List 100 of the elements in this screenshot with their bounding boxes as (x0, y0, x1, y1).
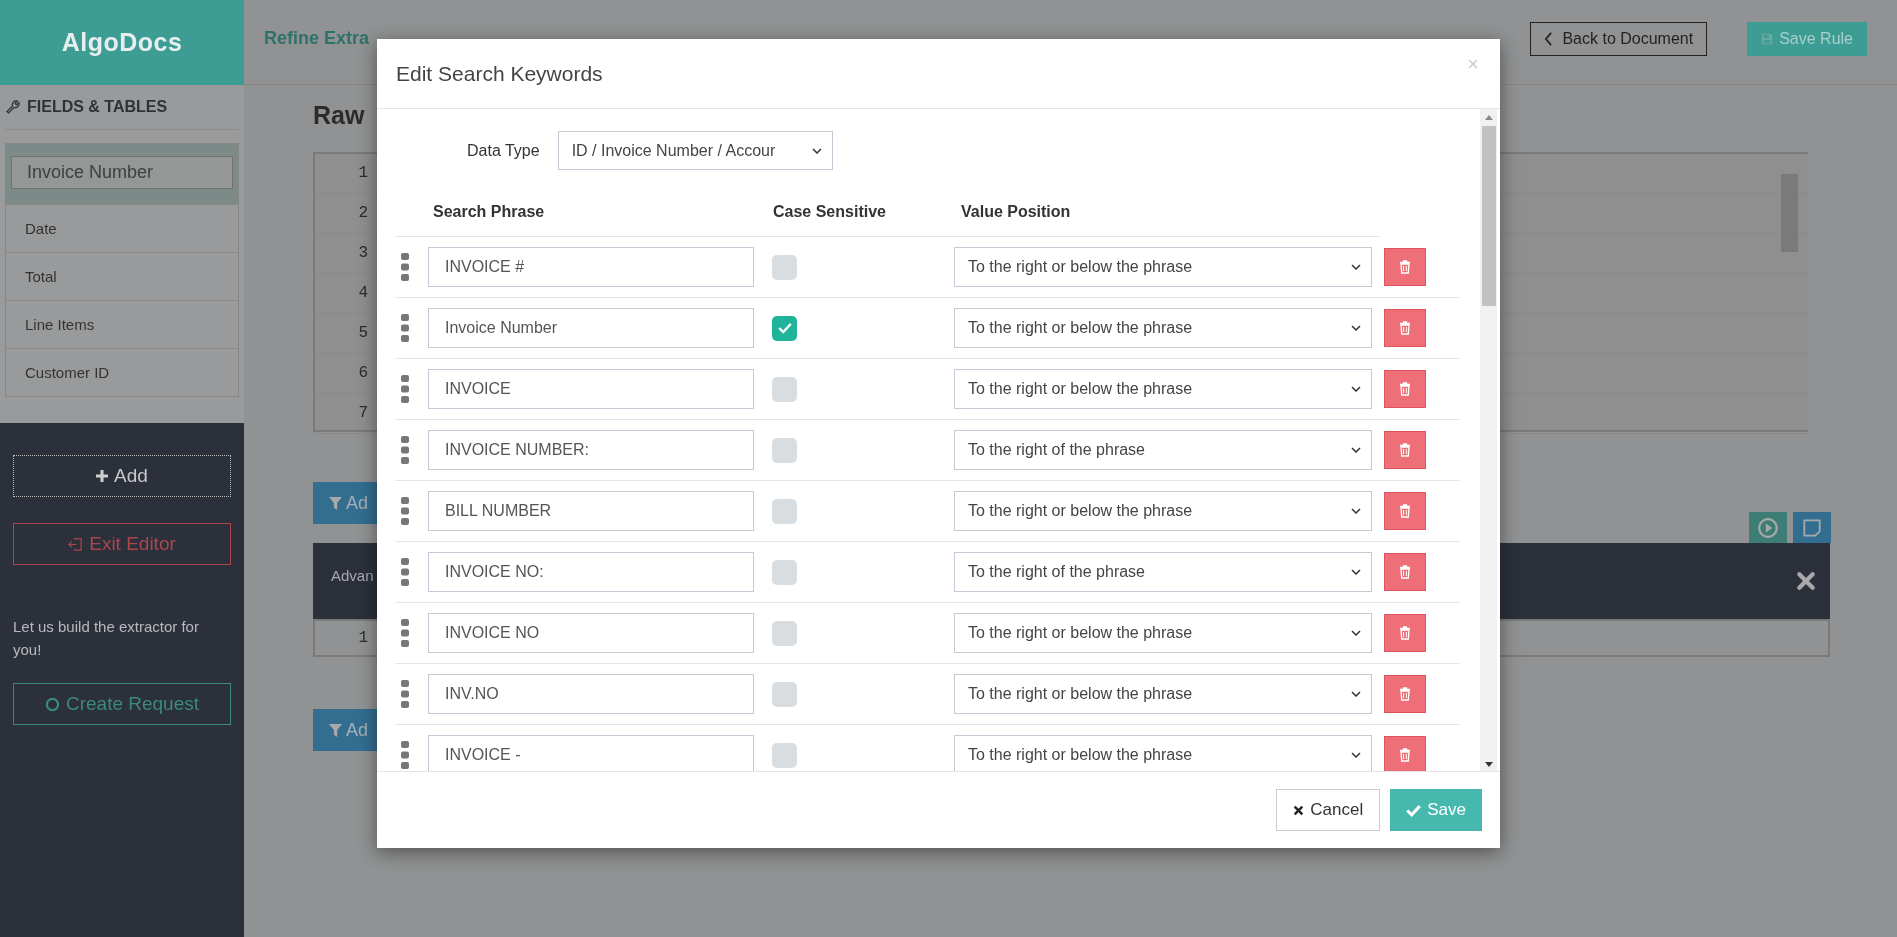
column-header: Value Position (961, 203, 1071, 221)
scroll-up-icon[interactable] (1484, 115, 1493, 120)
section-heading: Raw (313, 101, 365, 131)
caret-icon (1351, 386, 1361, 392)
column-header: Case Sensitive (773, 203, 887, 221)
line-number: 6 (357, 363, 368, 384)
search-phrase-input[interactable]: INVOICE (428, 369, 754, 409)
search-phrase-input[interactable]: INVOICE NO: (428, 552, 754, 592)
case-sensitive-checkbox[interactable] (772, 315, 797, 341)
scrollbar[interactable] (1480, 109, 1497, 771)
plus-icon (96, 470, 109, 482)
drag-handle-icon[interactable] (401, 314, 409, 342)
caret-icon (1351, 508, 1361, 514)
value-position-select[interactable]: To the right of the phrase (954, 552, 1372, 592)
value-position-select[interactable]: To the right of the phrase (954, 430, 1372, 470)
delete-button[interactable] (1384, 248, 1426, 286)
drag-handle-icon[interactable] (401, 680, 409, 708)
floppy-icon (1761, 33, 1774, 45)
promo-text: Let us build the extractor for you! (13, 617, 200, 660)
case-sensitive-checkbox[interactable] (772, 254, 797, 280)
field-list-item[interactable]: Customer ID (6, 348, 238, 396)
caret-icon (1351, 264, 1361, 270)
case-sensitive-checkbox[interactable] (772, 559, 797, 585)
case-sensitive-checkbox[interactable] (772, 376, 797, 402)
field-list-item[interactable]: Total (6, 252, 238, 300)
field-list-item[interactable]: Date (6, 204, 238, 252)
column-header: Search Phrase (433, 203, 546, 221)
check-icon (777, 322, 792, 334)
value-position-select[interactable]: To the right or below the phrase (954, 674, 1372, 714)
caret-icon (1351, 325, 1361, 331)
caret-icon (1351, 752, 1361, 758)
case-sensitive-checkbox[interactable] (772, 498, 797, 524)
back-button[interactable]: Back to Document (1530, 22, 1708, 56)
case-sensitive-checkbox[interactable] (772, 620, 797, 646)
field-name-input[interactable]: Invoice Number (11, 156, 233, 189)
add-button[interactable]: Add (13, 455, 231, 497)
caret-icon (811, 147, 822, 154)
section-heading: FIELDS & TABLES (27, 98, 168, 116)
search-phrase-input[interactable]: INVOICE NO (428, 613, 754, 653)
search-phrase-input[interactable]: Invoice Number (428, 308, 754, 348)
search-phrase-input[interactable]: INVOICE NUMBER: (428, 430, 754, 470)
chevron-left-icon (1544, 32, 1554, 46)
search-phrase-input[interactable]: INVOICE # (428, 247, 754, 287)
delete-button[interactable] (1384, 492, 1426, 530)
data-type-select[interactable]: ID / Invoice Number / Accour (557, 131, 833, 170)
play-icon[interactable] (1749, 512, 1787, 543)
value-position-select[interactable]: To the right or below the phrase (954, 369, 1372, 409)
trash-icon (1399, 504, 1411, 518)
trash-icon (1399, 626, 1411, 640)
search-phrase-input[interactable]: BILL NUMBER (428, 491, 754, 531)
case-sensitive-checkbox[interactable] (772, 742, 797, 768)
value-position-select[interactable]: To the right or below the phrase (954, 735, 1372, 771)
case-sensitive-checkbox[interactable] (772, 681, 797, 707)
value-position-select[interactable]: To the right or below the phrase (954, 308, 1372, 348)
drag-handle-icon[interactable] (401, 436, 409, 464)
line-number: 2 (357, 203, 368, 224)
trash-icon (1399, 382, 1411, 396)
caret-icon (1351, 447, 1361, 453)
value-position-select[interactable]: To the right or below the phrase (954, 613, 1372, 653)
filter-icon (329, 496, 342, 510)
wrench-icon (5, 99, 21, 115)
drag-handle-icon[interactable] (401, 558, 409, 586)
search-phrase-input[interactable]: INVOICE - (428, 735, 754, 771)
line-number: 1 (357, 628, 368, 649)
delete-button[interactable] (1384, 553, 1426, 591)
line-number: 5 (357, 323, 368, 344)
data-type-label: Data Type (467, 141, 540, 160)
case-sensitive-checkbox[interactable] (772, 437, 797, 463)
scrollbar-thumb[interactable] (1481, 126, 1496, 306)
note-icon[interactable] (1793, 512, 1831, 543)
delete-button[interactable] (1384, 370, 1426, 408)
field-list-item[interactable]: Invoice Number (6, 144, 238, 204)
exit-icon (68, 536, 84, 552)
delete-button[interactable] (1384, 431, 1426, 469)
line-number: 1 (357, 163, 368, 184)
line-number: 7 (357, 403, 368, 424)
trash-icon (1399, 443, 1411, 457)
drag-handle-icon[interactable] (401, 619, 409, 647)
field-list-item[interactable]: Line Items (6, 300, 238, 348)
page-title: Refine Extra (264, 27, 370, 49)
delete-button[interactable] (1384, 614, 1426, 652)
trash-icon (1399, 748, 1411, 762)
value-position-select[interactable]: To the right or below the phrase (954, 491, 1372, 531)
trash-icon (1399, 687, 1411, 701)
drag-handle-icon[interactable] (401, 375, 409, 403)
scroll-down-icon[interactable] (1484, 762, 1493, 767)
caret-icon (1351, 630, 1361, 636)
delete-button[interactable] (1384, 675, 1426, 713)
drag-handle-icon[interactable] (401, 497, 409, 525)
drag-handle-icon[interactable] (401, 253, 409, 281)
delete-button[interactable] (1384, 309, 1426, 347)
search-phrase-input[interactable]: INV.NO (428, 674, 754, 714)
drag-handle-icon[interactable] (401, 741, 409, 769)
cancel-button[interactable]: Cancel (1276, 789, 1381, 831)
value-position-select[interactable]: To the right or below the phrase (954, 247, 1372, 287)
close-icon (1293, 804, 1305, 816)
delete-button[interactable] (1384, 736, 1426, 771)
trash-icon (1399, 321, 1411, 335)
close-icon[interactable] (1796, 571, 1816, 591)
trash-icon (1399, 565, 1411, 579)
